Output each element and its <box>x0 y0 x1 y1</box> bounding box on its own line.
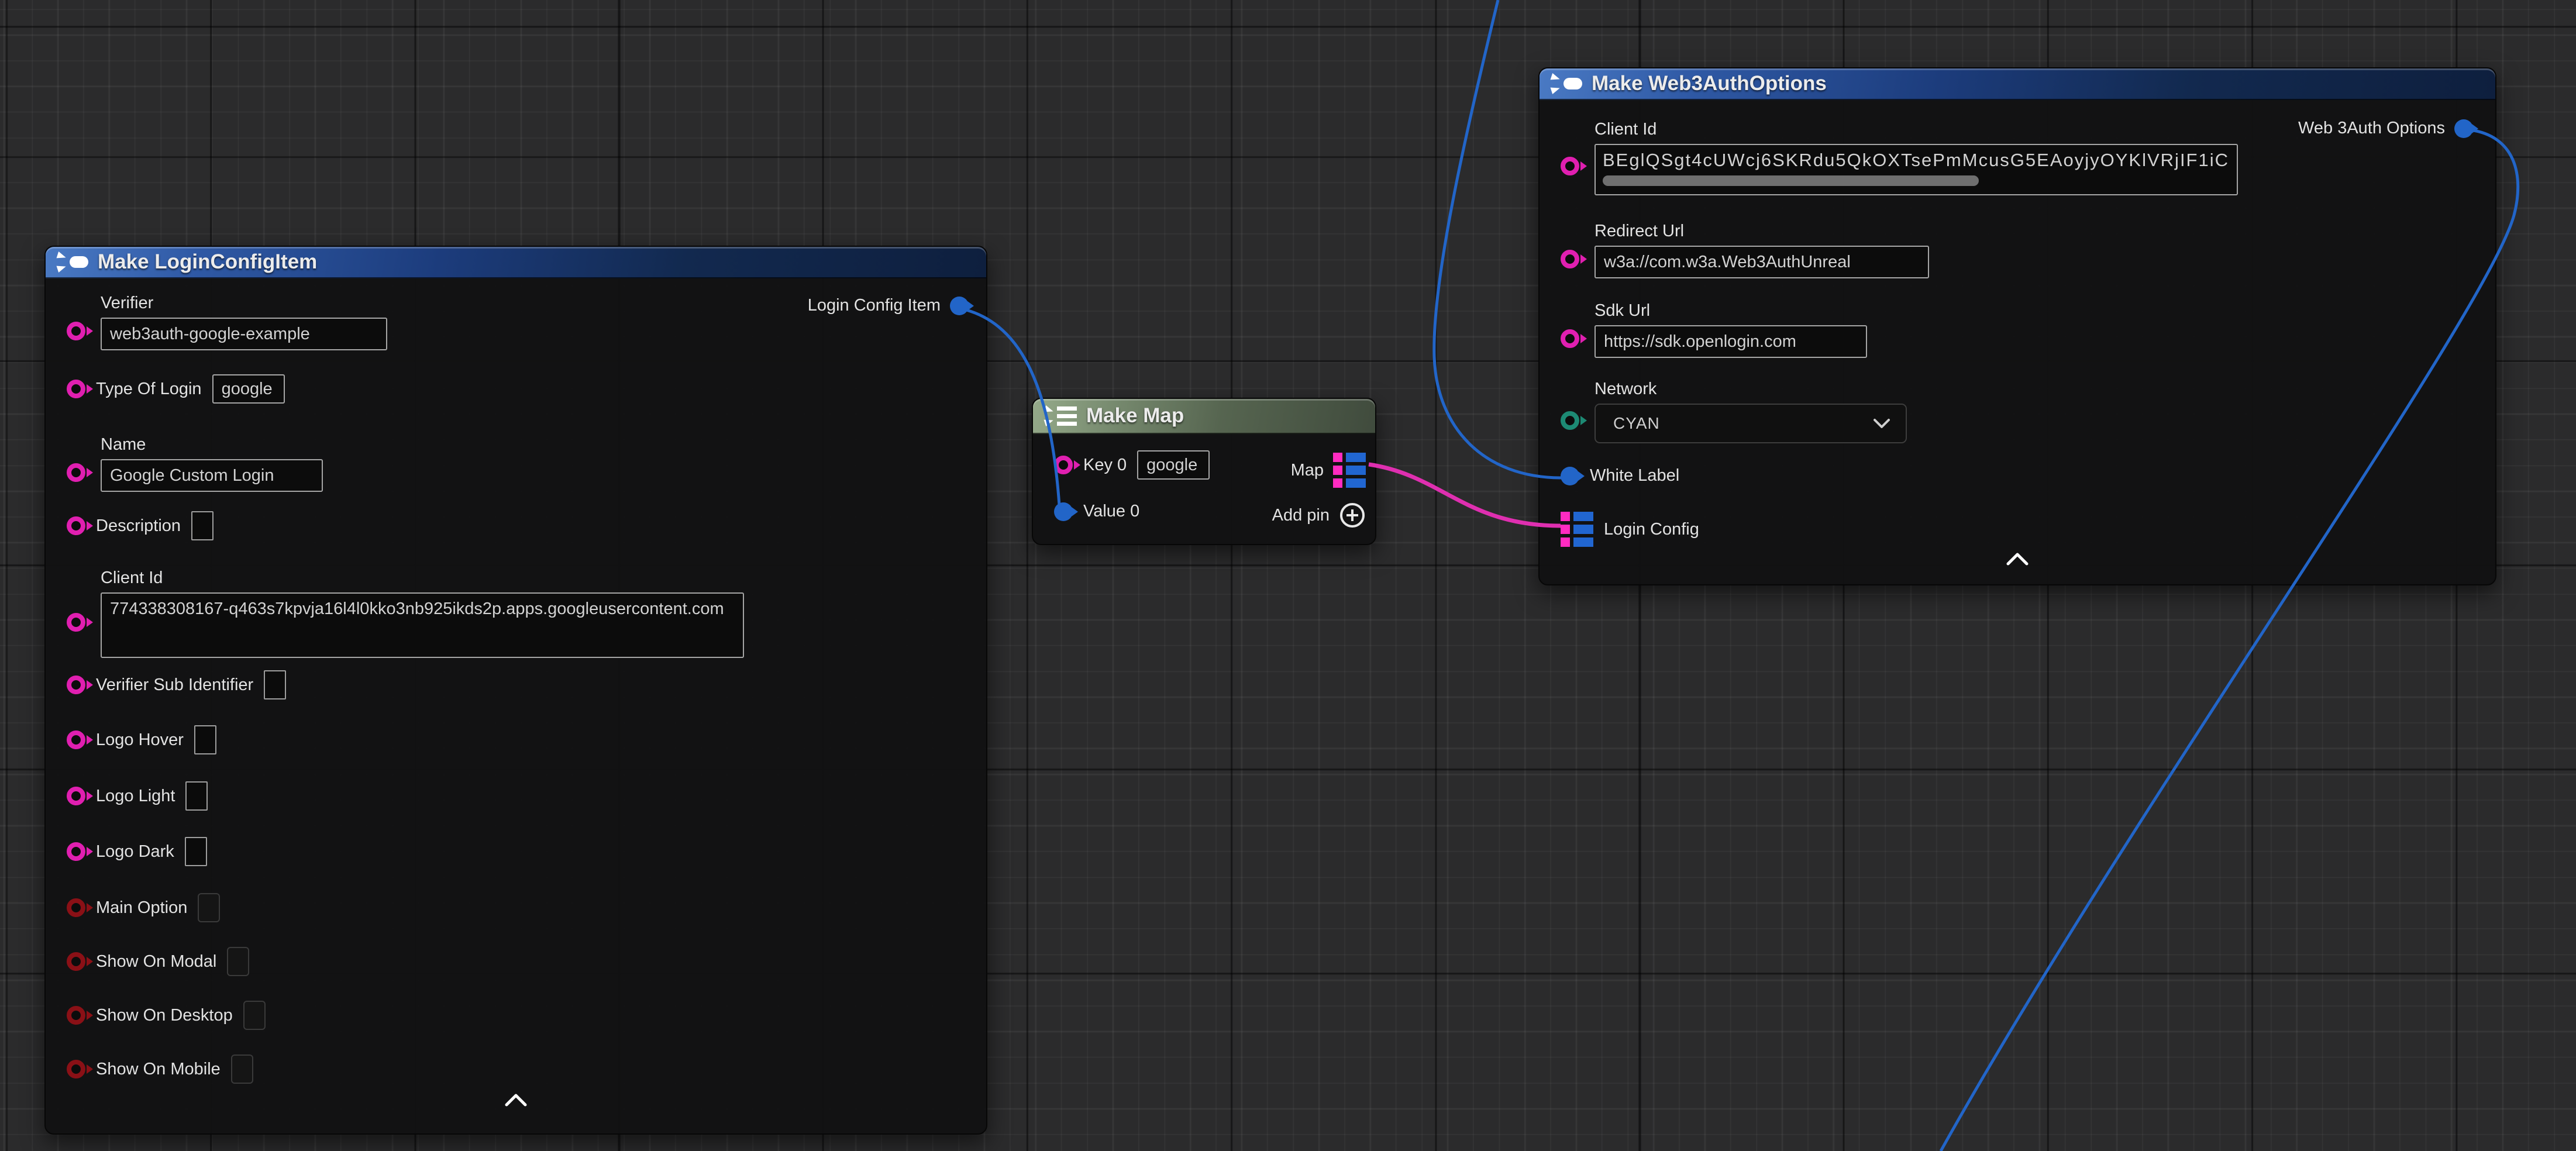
verifier-sub-identifier-input[interactable] <box>264 670 286 699</box>
pin-label-white-label: White Label <box>1590 466 1679 485</box>
pin-logo-light[interactable] <box>67 787 85 805</box>
node-make-map[interactable]: Make Map Key 0 google Map Value 0 Add pi… <box>1032 398 1376 545</box>
client-id-input[interactable]: BEglQSgt4cUWcj6SKRdu5QkOXTsePmMcusG5EAoy… <box>1594 144 2238 195</box>
node-title: Make Web3AuthOptions <box>1592 72 1827 95</box>
node-header-make-web3auth-options[interactable]: Make Web3AuthOptions <box>1540 68 2495 100</box>
pin-client-id[interactable] <box>1561 157 1579 175</box>
pin-verifier[interactable] <box>67 322 85 340</box>
node-make-login-config-item[interactable]: Make LoginConfigItem Login Config Item V… <box>44 246 987 1135</box>
main-option-checkbox[interactable] <box>198 893 220 922</box>
pin-label-description: Description <box>96 516 181 536</box>
output-pin-label: Login Config Item <box>808 296 941 315</box>
pin-type-of-login[interactable] <box>67 380 85 398</box>
collapse-node-button[interactable] <box>1540 553 2495 566</box>
node-title: Make Map <box>1086 404 1184 428</box>
logo-light-input[interactable] <box>185 781 208 811</box>
pin-login-config[interactable] <box>1561 512 1593 547</box>
pin-label-show-on-mobile: Show On Mobile <box>96 1060 221 1079</box>
pin-value-0[interactable] <box>1054 502 1073 521</box>
pin-label-client-id: Client Id <box>1594 120 2238 139</box>
node-title: Make LoginConfigItem <box>98 250 317 274</box>
pin-label-logo-hover: Logo Hover <box>96 730 184 750</box>
show-on-mobile-checkbox[interactable] <box>231 1054 253 1084</box>
blueprint-graph-canvas[interactable]: { "colors": { "pin_magenta": "#e01fb0", … <box>0 0 2576 1151</box>
pin-verifier-sub-identifier[interactable] <box>67 676 85 694</box>
redirect-url-input[interactable]: w3a://com.w3a.Web3AuthUnreal <box>1594 246 1929 278</box>
verifier-input[interactable]: web3auth-google-example <box>101 318 387 350</box>
pin-show-on-modal[interactable] <box>67 952 85 971</box>
add-pin-button[interactable]: Add pin <box>1272 502 1366 529</box>
pin-label-logo-dark: Logo Dark <box>96 842 174 861</box>
make-struct-icon <box>57 253 88 271</box>
pin-label-show-on-modal: Show On Modal <box>96 952 216 971</box>
network-selected-value: CYAN <box>1613 414 1660 433</box>
pin-name[interactable] <box>67 463 85 482</box>
pin-label-name: Name <box>101 435 323 454</box>
output-pin-web3auth-options[interactable] <box>2454 119 2473 138</box>
type-of-login-input[interactable]: google <box>212 374 285 404</box>
pin-label-redirect-url: Redirect Url <box>1594 222 1929 241</box>
pin-show-on-desktop[interactable] <box>67 1006 85 1025</box>
output-pin-label: Web 3Auth Options <box>2298 119 2445 138</box>
pin-white-label[interactable] <box>1561 467 1579 485</box>
chevron-up-icon <box>504 1094 528 1107</box>
description-input[interactable] <box>191 511 213 540</box>
network-dropdown[interactable]: CYAN <box>1594 404 1907 443</box>
output-pin-login-config-item[interactable] <box>950 297 969 315</box>
pin-label-verifier-sub-identifier: Verifier Sub Identifier <box>96 676 253 695</box>
name-input[interactable]: Google Custom Login <box>101 459 323 492</box>
pin-key-0[interactable] <box>1054 456 1073 474</box>
make-struct-icon <box>1551 74 1582 93</box>
pin-show-on-mobile[interactable] <box>67 1060 85 1078</box>
pin-label-client-id: Client Id <box>101 568 744 588</box>
pin-label-key-0: Key 0 <box>1083 456 1127 475</box>
logo-dark-input[interactable] <box>185 837 207 866</box>
pin-label-show-on-desktop: Show On Desktop <box>96 1006 233 1025</box>
pin-label-sdk-url: Sdk Url <box>1594 301 1867 321</box>
pin-label-type-of-login: Type Of Login <box>96 380 202 399</box>
add-pin-icon <box>1339 502 1366 529</box>
pin-main-option[interactable] <box>67 898 85 917</box>
node-make-web3auth-options[interactable]: Make Web3AuthOptions Web 3Auth Options C… <box>1538 67 2496 585</box>
pin-sdk-url[interactable] <box>1561 329 1579 348</box>
logo-hover-input[interactable] <box>194 725 216 754</box>
pin-redirect-url[interactable] <box>1561 250 1579 268</box>
sdk-url-input[interactable]: https://sdk.openlogin.com <box>1594 325 1867 358</box>
pin-label-value-0: Value 0 <box>1083 502 1139 521</box>
pin-label-network: Network <box>1594 380 1907 399</box>
chevron-up-icon <box>2006 553 2029 566</box>
client-id-input[interactable]: 774338308167-q463s7kpvja16l4l0kko3nb925i… <box>101 592 744 658</box>
make-container-icon <box>1045 406 1077 426</box>
pin-label-logo-light: Logo Light <box>96 787 175 806</box>
client-id-value: BEglQSgt4cUWcj6SKRdu5QkOXTsePmMcusG5EAoy… <box>1603 150 2229 171</box>
pin-label-login-config: Login Config <box>1604 520 1699 539</box>
node-header-make-login-config-item[interactable]: Make LoginConfigItem <box>46 247 986 278</box>
output-pin-label-map: Map <box>1291 461 1324 480</box>
node-header-make-map[interactable]: Make Map <box>1033 399 1375 434</box>
horizontal-scrollbar[interactable] <box>1603 175 1979 186</box>
pin-logo-hover[interactable] <box>67 730 85 749</box>
show-on-modal-checkbox[interactable] <box>227 947 249 976</box>
collapse-node-button[interactable] <box>46 1094 986 1107</box>
show-on-desktop-checkbox[interactable] <box>243 1001 266 1030</box>
key-0-input[interactable]: google <box>1137 450 1210 480</box>
pin-logo-dark[interactable] <box>67 842 85 861</box>
pin-label-verifier: Verifier <box>101 294 387 313</box>
output-pin-map[interactable] <box>1333 453 1366 488</box>
pin-network[interactable] <box>1561 411 1579 430</box>
wire-map-to-login-config[interactable] <box>1369 464 1561 526</box>
pin-description[interactable] <box>67 516 85 535</box>
add-pin-label: Add pin <box>1272 506 1330 525</box>
pin-client-id[interactable] <box>67 613 85 632</box>
pin-label-main-option: Main Option <box>96 898 187 918</box>
chevron-down-icon <box>1873 418 1890 429</box>
